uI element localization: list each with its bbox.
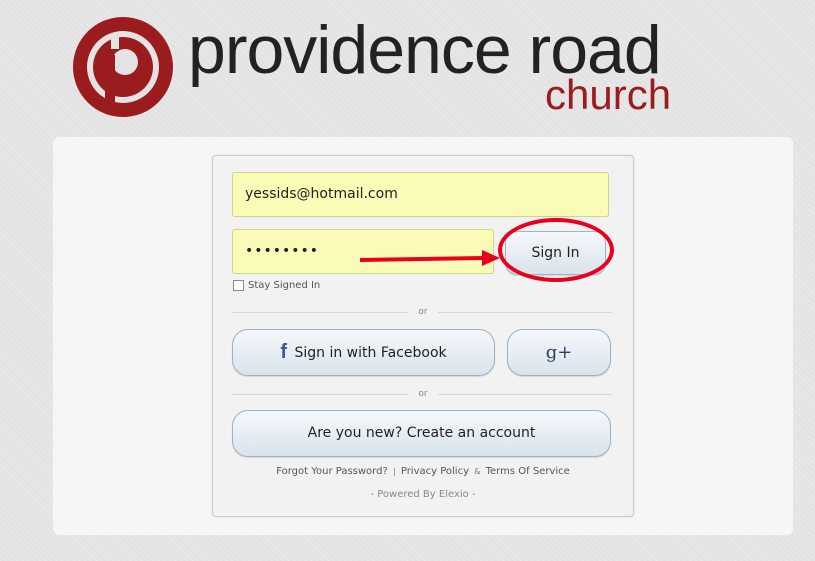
church-logo: providence road church bbox=[0, 0, 815, 130]
footer-links: Forgot Your Password? | Privacy Policy &… bbox=[212, 465, 634, 479]
logo-sub-text: church bbox=[545, 71, 672, 118]
or-divider-2: or bbox=[232, 388, 612, 400]
providence-road-logo-icon bbox=[73, 17, 173, 117]
divider-line-left bbox=[232, 394, 408, 395]
stay-signed-in-checkbox[interactable] bbox=[233, 280, 244, 291]
facebook-icon: f bbox=[280, 341, 288, 363]
ampersand: & bbox=[474, 467, 481, 476]
divider-line-left bbox=[232, 312, 408, 313]
powered-by-text: - Powered By Elexio - bbox=[370, 489, 476, 500]
google-plus-button[interactable]: g+ bbox=[507, 329, 611, 376]
create-account-button[interactable]: Are you new? Create an account bbox=[232, 410, 611, 457]
forgot-password-link[interactable]: Forgot Your Password? bbox=[276, 466, 388, 477]
stay-signed-in-label: Stay Signed In bbox=[248, 280, 321, 291]
divider-line-right bbox=[438, 312, 612, 313]
link-separator: | bbox=[392, 467, 396, 476]
or-label-2: or bbox=[418, 389, 428, 399]
annotation-arrow-icon bbox=[360, 250, 500, 266]
annotation-circle bbox=[498, 218, 614, 282]
terms-of-service-link[interactable]: Terms Of Service bbox=[486, 466, 570, 477]
stay-signed-in[interactable]: Stay Signed In bbox=[233, 280, 320, 291]
facebook-button-label: Sign in with Facebook bbox=[294, 345, 447, 361]
or-divider: or bbox=[232, 306, 612, 318]
divider-line-right bbox=[438, 394, 612, 395]
email-field[interactable]: yessids@hotmail.com bbox=[232, 172, 609, 217]
privacy-policy-link[interactable]: Privacy Policy bbox=[401, 466, 469, 477]
google-plus-icon: g+ bbox=[545, 342, 573, 363]
facebook-sign-in-button[interactable]: f Sign in with Facebook bbox=[232, 329, 495, 376]
or-label: or bbox=[418, 307, 428, 317]
